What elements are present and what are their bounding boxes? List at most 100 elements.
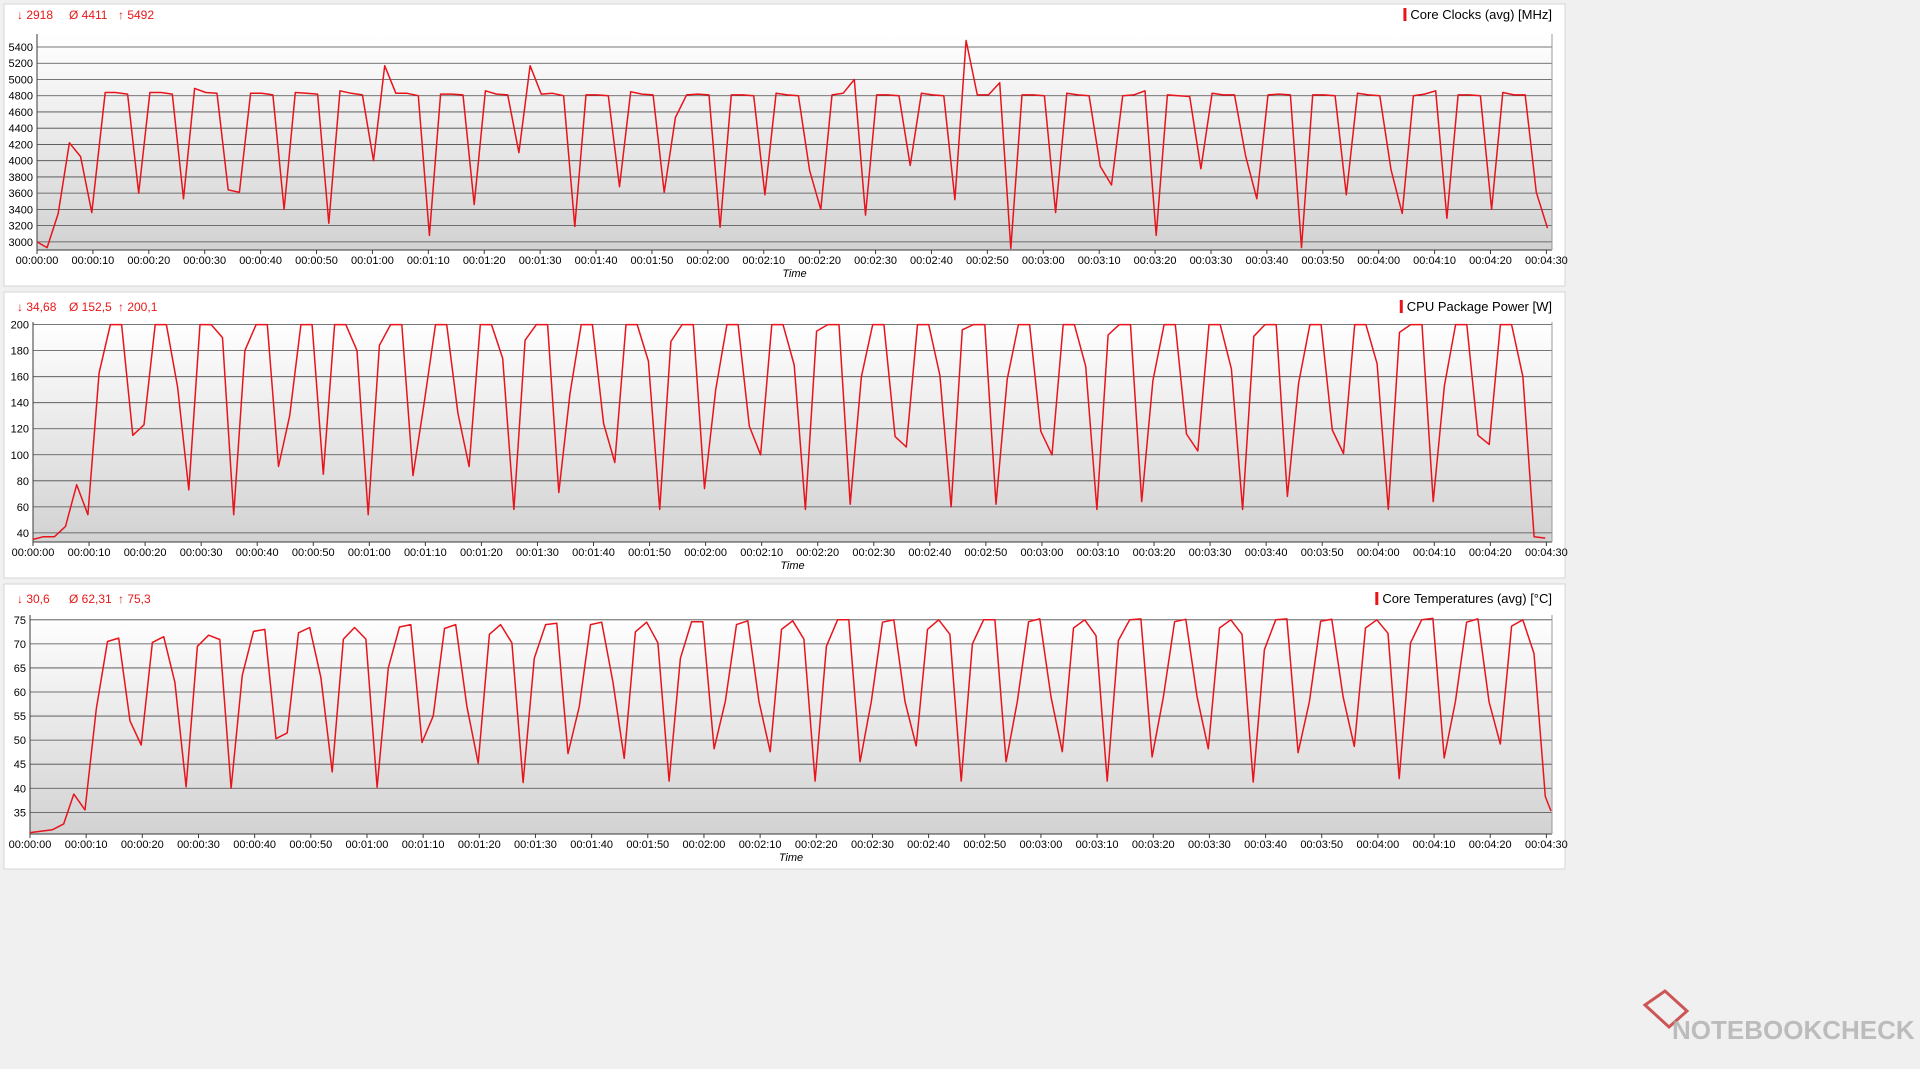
- cpu-package-power-x-tick-label: 00:03:20: [1133, 547, 1176, 559]
- charts-canvas: 3000 3200 3400 3600 3800 4000 4200 4400 4600 4800…: [3, 3, 1915, 1045]
- core-clocks-x-tick-label: 00:02:00: [686, 255, 729, 267]
- core-clocks-y-tick-label: 3400: [9, 204, 33, 216]
- core-clocks-y-tick-label: 4000: [9, 156, 33, 168]
- cpu-package-power-y-tick-label: 40: [17, 528, 29, 540]
- core-clocks-y-tick-label: 4200: [9, 139, 33, 151]
- core-clocks-y-tick-label: 5200: [9, 58, 33, 70]
- core-temperatures-y-tick-label: 45: [14, 759, 26, 771]
- cpu-package-power-x-tick-label: 00:02:40: [908, 547, 951, 559]
- core-temperatures-x-tick-label: 00:02:30: [851, 839, 894, 851]
- cpu-package-power-x-tick-label: 00:01:50: [628, 547, 671, 559]
- cpu-package-power-y-tick-label: 200: [11, 320, 29, 332]
- notebookcheck-logo-text: NOTEBOOKCHECK: [1672, 1015, 1915, 1045]
- core-clocks-x-tick-label: 00:02:30: [854, 255, 897, 267]
- core-clocks-x-tick-label: 00:03:00: [1022, 255, 1065, 267]
- cpu-package-power-y-tick-label: 80: [17, 476, 29, 488]
- core-temperatures-x-tick-label: 00:03:20: [1132, 839, 1175, 851]
- core-temperatures-x-tick-label: 00:04:10: [1413, 839, 1456, 851]
- cpu-package-power-stat-min: ↓ 34,68: [17, 300, 57, 314]
- core-clocks-x-tick-label: 00:01:20: [463, 255, 506, 267]
- cpu-package-power-legend-swatch: [1399, 300, 1403, 313]
- cpu-package-power-y-tick-label: 60: [17, 502, 29, 514]
- cpu-package-power-y-tick-label: 100: [11, 450, 29, 462]
- core-temperatures-x-tick-label: 00:00:30: [177, 839, 220, 851]
- core-clocks-x-tick-label: 00:01:00: [351, 255, 394, 267]
- core-temperatures-x-tick-label: 00:00:10: [65, 839, 108, 851]
- cpu-package-power-y-tick-label: 120: [11, 424, 29, 436]
- core-clocks-x-tick-label: 00:02:50: [966, 255, 1009, 267]
- core-clocks-x-tick-label: 00:00:20: [127, 255, 170, 267]
- core-temperatures-y-tick-label: 50: [14, 735, 26, 747]
- core-clocks-panel: 3000 3200 3400 3600 3800 4000 4200 4400 4600 4800…: [3, 3, 1568, 287]
- core-temperatures-x-tick-label: 00:03:50: [1300, 839, 1343, 851]
- core-temperatures-x-tick-label: 00:00:20: [121, 839, 164, 851]
- core-clocks-stat-avg: Ø 4411: [69, 8, 108, 22]
- cpu-package-power-x-tick-label: 00:00:30: [180, 547, 223, 559]
- cpu-package-power-x-tick-label: 00:02:00: [684, 547, 727, 559]
- core-temperatures-legend-swatch: [1375, 592, 1379, 605]
- core-temperatures-legend-label[interactable]: Core Temperatures (avg) [°C]: [1382, 591, 1552, 606]
- core-clocks-legend-label[interactable]: Core Clocks (avg) [MHz]: [1410, 7, 1552, 22]
- core-temperatures-x-tick-label: 00:02:40: [907, 839, 950, 851]
- cpu-package-power-y-tick-label: 140: [11, 398, 29, 410]
- core-clocks-x-tick-label: 00:04:20: [1469, 255, 1512, 267]
- core-temperatures-x-tick-label: 00:01:10: [402, 839, 445, 851]
- cpu-package-power-x-tick-label: 00:01:40: [572, 547, 615, 559]
- core-temperatures-x-tick-label: 00:01:40: [570, 839, 613, 851]
- cpu-package-power-x-tick-label: 00:03:30: [1189, 547, 1232, 559]
- core-temperatures-x-tick-label: 00:03:40: [1244, 839, 1287, 851]
- cpu-package-power-x-tick-label: 00:02:10: [740, 547, 783, 559]
- core-temperatures-plot-area: [30, 615, 1552, 834]
- cpu-package-power-x-tick-label: 00:01:00: [348, 547, 391, 559]
- core-temperatures-x-tick-label: 00:03:10: [1076, 839, 1119, 851]
- core-temperatures-y-tick-label: 35: [14, 807, 26, 819]
- cpu-package-power-x-tick-label: 00:00:40: [236, 547, 279, 559]
- hwinfo-graph-window: 3000 3200 3400 3600 3800 4000 4200 4400 4600 4800…: [0, 0, 1920, 1069]
- core-temperatures-y-tick-label: 65: [14, 663, 26, 675]
- core-temperatures-y-tick-label: 70: [14, 639, 26, 651]
- core-temperatures-y-tick-label: 60: [14, 687, 26, 699]
- core-temperatures-x-tick-label: 00:02:10: [739, 839, 782, 851]
- cpu-package-power-x-tick-label: 00:01:10: [404, 547, 447, 559]
- cpu-package-power-x-tick-label: 00:00:00: [12, 547, 55, 559]
- core-temperatures-stat-max: ↑ 75,3: [118, 592, 151, 606]
- cpu-package-power-y-tick-label: 180: [11, 346, 29, 358]
- cpu-package-power-x-tick-label: 00:04:30: [1525, 547, 1568, 559]
- core-clocks-stat-min: ↓ 2918: [17, 8, 53, 22]
- core-clocks-x-tick-label: 00:02:20: [798, 255, 841, 267]
- cpu-package-power-x-tick-label: 00:03:40: [1245, 547, 1288, 559]
- core-temperatures-x-tick-label: 00:00:00: [9, 839, 52, 851]
- cpu-package-power-x-tick-label: 00:00:50: [292, 547, 335, 559]
- cpu-package-power-x-tick-label: 00:04:10: [1413, 547, 1456, 559]
- core-clocks-y-tick-label: 3800: [9, 172, 33, 184]
- core-clocks-plot-area: [37, 34, 1552, 250]
- cpu-package-power-x-tick-label: 00:00:10: [68, 547, 111, 559]
- core-temperatures-x-axis-title: Time: [779, 852, 803, 864]
- cpu-package-power-x-tick-label: 00:04:00: [1357, 547, 1400, 559]
- core-clocks-x-tick-label: 00:01:40: [575, 255, 618, 267]
- cpu-package-power-y-tick-label: 160: [11, 372, 29, 384]
- core-clocks-y-tick-label: 3600: [9, 188, 33, 200]
- core-temperatures-x-tick-label: 00:01:50: [626, 839, 669, 851]
- cpu-package-power-x-tick-label: 00:03:10: [1077, 547, 1120, 559]
- cpu-package-power-x-tick-label: 00:01:30: [516, 547, 559, 559]
- core-clocks-x-tick-label: 00:00:40: [239, 255, 282, 267]
- cpu-package-power-legend-label[interactable]: CPU Package Power [W]: [1407, 299, 1552, 314]
- core-temperatures-x-tick-label: 00:00:40: [233, 839, 276, 851]
- core-clocks-x-tick-label: 00:00:10: [71, 255, 114, 267]
- cpu-package-power-stat-max: ↑ 200,1: [118, 300, 158, 314]
- core-temperatures-x-tick-label: 00:03:00: [1020, 839, 1063, 851]
- core-temperatures-x-tick-label: 00:01:20: [458, 839, 501, 851]
- cpu-package-power-panel: 40 60 80 100 120 140 160 180 200 00:00:00 00:00:10…: [3, 291, 1568, 579]
- core-clocks-x-tick-label: 00:00:50: [295, 255, 338, 267]
- core-clocks-y-tick-label: 5000: [9, 74, 33, 86]
- core-clocks-x-tick-label: 00:03:20: [1134, 255, 1177, 267]
- core-clocks-y-tick-label: 4600: [9, 107, 33, 119]
- core-temperatures-y-tick-label: 40: [14, 783, 26, 795]
- core-clocks-x-tick-label: 00:01:30: [519, 255, 562, 267]
- cpu-package-power-x-tick-label: 00:02:30: [852, 547, 895, 559]
- core-clocks-y-tick-label: 4400: [9, 123, 33, 135]
- core-clocks-x-tick-label: 00:03:40: [1245, 255, 1288, 267]
- core-clocks-legend-swatch: [1403, 8, 1407, 21]
- core-temperatures-x-tick-label: 00:04:30: [1525, 839, 1568, 851]
